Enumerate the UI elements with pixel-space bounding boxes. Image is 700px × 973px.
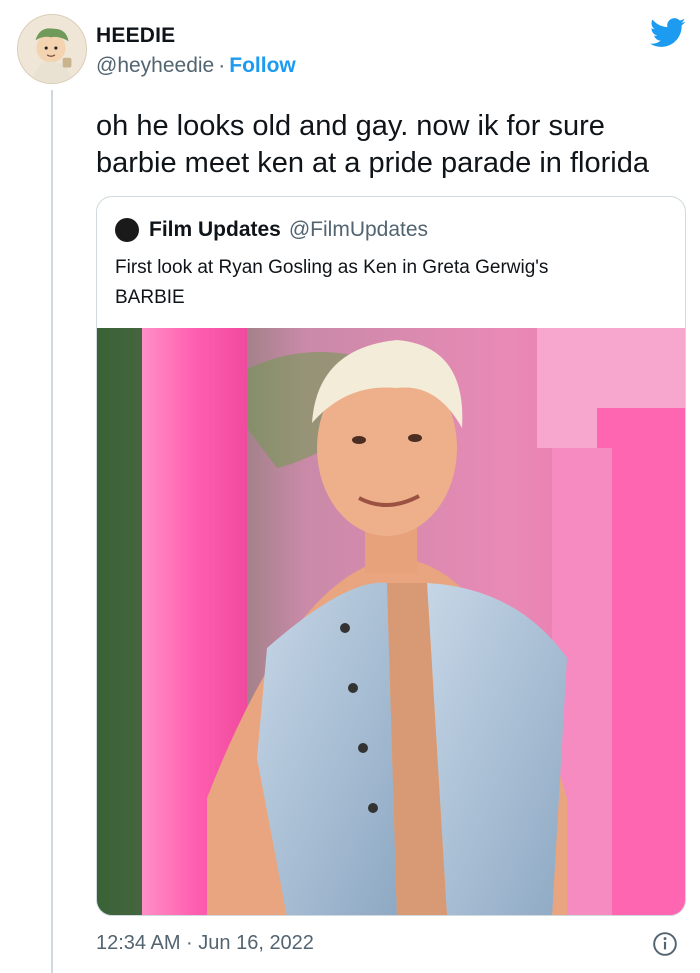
follow-button[interactable]: Follow [229, 54, 296, 77]
author-handle-row: @heyheedie · Follow [96, 54, 296, 78]
quoted-tweet-text: First look at Ryan Gosling as Ken in Gre… [115, 253, 665, 313]
quoted-tweet[interactable]: Film Updates @FilmUpdates First look at … [96, 196, 686, 916]
tweet-text-line: oh he looks old and gay. now ik for sure [96, 110, 605, 142]
tweet-card: HEEDIE @heyheedie · Follow oh he looks old… [0, 0, 700, 973]
author-handle[interactable]: @heyheedie [96, 54, 214, 77]
author-display-name[interactable]: HEEDIE [96, 24, 175, 48]
info-icon[interactable] [652, 931, 678, 957]
quoted-author-avatar[interactable] [115, 218, 139, 242]
twitter-bird-icon[interactable] [650, 18, 686, 48]
thread-line [51, 90, 53, 973]
quoted-tweet-text-line: First look at Ryan Gosling as Ken in Gre… [115, 257, 549, 278]
author-avatar[interactable] [17, 14, 87, 84]
handle-separator: · [218, 54, 226, 77]
tweet-timestamp[interactable]: 12:34 AM · Jun 16, 2022 [96, 932, 314, 955]
quoted-author-name[interactable]: Film Updates [149, 218, 281, 242]
quoted-tweet-photo[interactable] [97, 328, 685, 915]
photo-illustration [97, 328, 685, 915]
avatar-illustration [18, 15, 86, 83]
tweet-text-line: barbie meet ken at a pride parade in flo… [96, 147, 649, 179]
quoted-author-handle[interactable]: @FilmUpdates [289, 218, 428, 242]
quoted-tweet-text-line: BARBIE [115, 287, 185, 308]
tweet-text: oh he looks old and gay. now ik for sure… [96, 108, 686, 182]
quoted-tweet-header: Film Updates @FilmUpdates [115, 217, 428, 243]
